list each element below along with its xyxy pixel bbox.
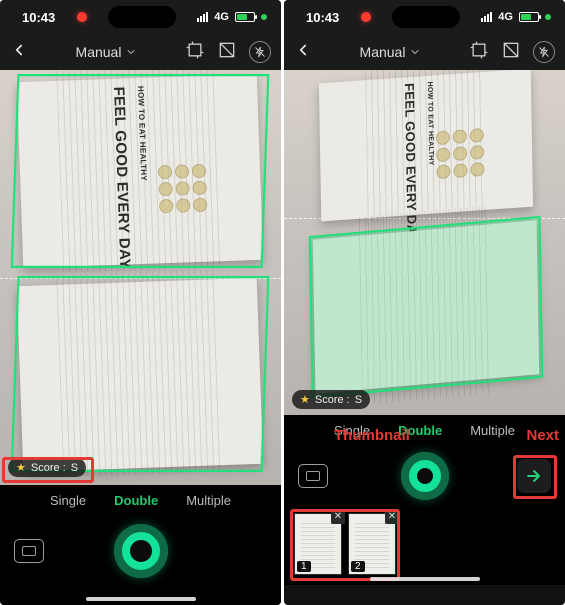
battery-icon bbox=[519, 12, 539, 22]
shutter-button[interactable] bbox=[114, 524, 168, 578]
next-button[interactable] bbox=[517, 459, 551, 493]
thumbnail-strip: 1 ✕ 2 ✕ bbox=[284, 507, 565, 585]
back-button[interactable] bbox=[294, 41, 312, 64]
location-dot-icon bbox=[261, 14, 267, 20]
home-indicator bbox=[86, 597, 196, 601]
camera-viewfinder: FEEL GOOD EVERY DAY HOW TO EAT HEALTHY ★… bbox=[284, 70, 565, 415]
mode-multiple[interactable]: Multiple bbox=[470, 423, 515, 438]
camera-viewfinder: FEEL GOOD EVERY DAY HOW TO EAT HEALTHY ★… bbox=[0, 70, 281, 485]
detection-rectangle bbox=[11, 74, 270, 268]
dynamic-island bbox=[108, 6, 176, 28]
back-button[interactable] bbox=[10, 41, 28, 64]
thumbnail-index: 1 bbox=[297, 561, 311, 572]
capture-mode-label: Manual bbox=[76, 44, 122, 60]
phone-screenshot-right: 10:43 4G Manual bbox=[284, 0, 565, 605]
shutter-row: Next Thumbnail bbox=[284, 445, 565, 507]
chevron-down-icon bbox=[409, 46, 421, 58]
scan-mode-tabs: Single Double Multiple bbox=[0, 485, 281, 515]
status-bar: 10:43 4G bbox=[0, 0, 281, 34]
shutter-button[interactable] bbox=[401, 452, 449, 500]
capture-mode-label: Manual bbox=[360, 44, 406, 60]
chevron-down-icon bbox=[125, 46, 137, 58]
recording-indicator-icon bbox=[77, 12, 87, 22]
star-icon: ★ bbox=[16, 461, 26, 474]
detection-rectangle bbox=[11, 276, 270, 472]
mode-double[interactable]: Double bbox=[398, 423, 442, 438]
phone-screenshot-left: 10:43 4G Manual bbox=[0, 0, 281, 605]
shutter-row bbox=[0, 515, 281, 587]
scan-score-badge: ★ Score : S bbox=[8, 458, 86, 477]
network-label: 4G bbox=[214, 11, 229, 23]
status-right: 4G bbox=[481, 11, 551, 23]
scanned-page-preview: FEEL GOOD EVERY DAY HOW TO EAT HEALTHY bbox=[319, 70, 533, 221]
crop-icon[interactable] bbox=[185, 40, 205, 65]
grid-off-icon[interactable] bbox=[501, 40, 521, 65]
star-icon: ★ bbox=[300, 393, 310, 406]
scanner-top-toolbar: Manual bbox=[0, 34, 281, 70]
signal-bars-icon bbox=[197, 12, 208, 22]
dynamic-island bbox=[392, 6, 460, 28]
arrow-right-icon bbox=[524, 466, 544, 486]
thumbnail-index: 2 bbox=[351, 561, 365, 572]
score-value: S bbox=[71, 462, 78, 474]
status-time: 10:43 bbox=[22, 10, 55, 25]
network-label: 4G bbox=[498, 11, 513, 23]
recording-indicator-icon bbox=[361, 12, 371, 22]
score-label: Score : bbox=[31, 462, 66, 474]
location-dot-icon bbox=[545, 14, 551, 20]
mode-single[interactable]: Single bbox=[334, 423, 370, 438]
scan-score-badge: ★ Score : S bbox=[292, 390, 370, 409]
thumbnail-item[interactable]: 1 ✕ bbox=[294, 513, 342, 575]
document-subhead: HOW TO EAT HEALTHY bbox=[426, 81, 434, 165]
flash-off-icon[interactable] bbox=[249, 41, 271, 63]
detection-rectangle bbox=[309, 216, 544, 398]
thumbnail-delete-icon[interactable]: ✕ bbox=[331, 510, 345, 524]
crop-icon[interactable] bbox=[469, 40, 489, 65]
status-time: 10:43 bbox=[306, 10, 339, 25]
signal-bars-icon bbox=[481, 12, 492, 22]
thumbnail-item[interactable]: 2 ✕ bbox=[348, 513, 396, 575]
battery-icon bbox=[235, 12, 255, 22]
score-label: Score : bbox=[315, 394, 350, 406]
home-indicator bbox=[370, 577, 480, 581]
gallery-button[interactable] bbox=[14, 539, 44, 563]
mode-double[interactable]: Double bbox=[114, 493, 158, 508]
status-right: 4G bbox=[197, 11, 267, 23]
flash-off-icon[interactable] bbox=[533, 41, 555, 63]
capture-mode-dropdown[interactable]: Manual bbox=[360, 44, 422, 60]
gallery-button[interactable] bbox=[298, 464, 328, 488]
capture-mode-dropdown[interactable]: Manual bbox=[76, 44, 138, 60]
mode-single[interactable]: Single bbox=[50, 493, 86, 508]
scanner-top-toolbar: Manual bbox=[284, 34, 565, 70]
score-value: S bbox=[355, 394, 362, 406]
status-bar: 10:43 4G bbox=[284, 0, 565, 34]
scan-mode-tabs: Single Double Multiple bbox=[284, 415, 565, 445]
grid-off-icon[interactable] bbox=[217, 40, 237, 65]
thumbnail-delete-icon[interactable]: ✕ bbox=[385, 510, 399, 524]
mode-multiple[interactable]: Multiple bbox=[186, 493, 231, 508]
